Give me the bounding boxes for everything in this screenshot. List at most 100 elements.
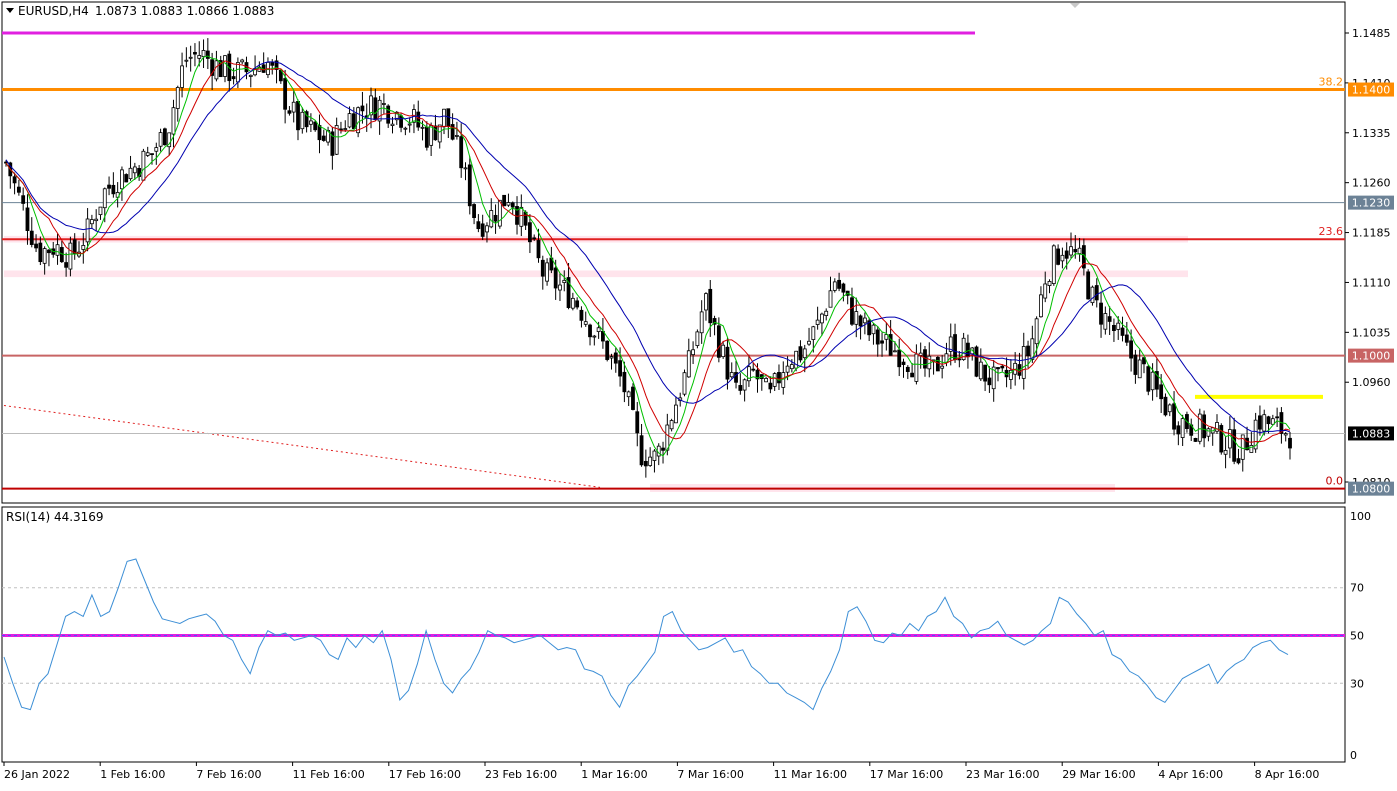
bull-candle <box>648 456 653 466</box>
bear-candle <box>399 115 403 128</box>
bull-candle <box>811 326 816 340</box>
bull-candle <box>1227 429 1232 449</box>
time-tick-label: 23 Feb 16:00 <box>485 768 557 781</box>
bull-candle <box>789 364 794 370</box>
bull-candle <box>854 311 859 325</box>
bear-candle <box>553 267 558 289</box>
time-tick-label: 1 Mar 16:00 <box>581 768 647 781</box>
bear-candle <box>1202 414 1207 439</box>
bull-candle <box>695 331 700 346</box>
bull-candle <box>794 350 799 369</box>
chart-window[interactable]: 38.223.60.0 1.14851.14101.13351.12601.11… <box>0 0 1397 787</box>
bull-candle <box>1039 294 1043 318</box>
bear-candle <box>935 356 940 372</box>
bull-candle <box>201 50 206 57</box>
bear-candle <box>880 340 884 344</box>
price-badge-label: 1.0800 <box>1352 483 1391 496</box>
price-badge-label: 1.1000 <box>1352 350 1391 363</box>
bull-candle <box>583 321 588 325</box>
time-axis[interactable]: 26 Jan 2022 1 Feb 16:00 7 Feb 16:00 11 Feb … <box>3 762 1320 781</box>
bull-candle <box>1103 313 1108 330</box>
bull-candle <box>1150 371 1155 391</box>
time-tick-label: 11 Mar 16:00 <box>774 768 847 781</box>
fib-level-label: 38.2 <box>1319 76 1344 89</box>
bear-candle <box>467 164 472 207</box>
bear-candle <box>493 214 498 222</box>
bear-candle <box>162 128 167 146</box>
bull-candle <box>704 293 708 311</box>
bear-candle <box>433 125 438 141</box>
time-tick-label: 4 Apr 16:00 <box>1158 768 1223 781</box>
bear-candle <box>424 126 429 148</box>
bear-candle <box>1086 271 1091 300</box>
bull-candle <box>171 107 176 135</box>
bull-candle <box>429 125 434 146</box>
bear-candle <box>502 194 507 207</box>
bull-candle <box>824 310 829 316</box>
bull-candle <box>98 206 103 216</box>
bull-candle <box>55 244 60 256</box>
bear-candle <box>987 377 992 386</box>
bear-candle <box>974 346 979 377</box>
bull-candle <box>562 279 567 283</box>
bull-candle <box>42 248 47 264</box>
bull-candle <box>485 225 489 233</box>
bear-candle <box>1000 365 1005 369</box>
bull-candle <box>772 373 777 387</box>
bull-candle <box>407 123 412 126</box>
bull-candle <box>240 59 245 63</box>
bear-candle <box>313 121 318 131</box>
bear-candle <box>1146 366 1151 392</box>
bear-candle <box>738 385 743 391</box>
rsi-tick-label: 30 <box>1350 677 1364 690</box>
bear-candle <box>1275 416 1280 419</box>
bear-candle <box>476 221 481 230</box>
price-badge-label: 1.1400 <box>1352 84 1391 97</box>
bull-candle <box>686 350 691 378</box>
bear-candle <box>296 100 300 131</box>
bull-candle <box>914 353 919 382</box>
bull-candle <box>248 74 253 77</box>
bear-candle <box>1232 429 1237 462</box>
chart-canvas[interactable]: 38.223.60.0 1.14851.14101.13351.12601.11… <box>0 0 1397 787</box>
bear-candle <box>72 239 77 254</box>
bull-candle <box>815 319 820 325</box>
time-tick-label: 23 Mar 16:00 <box>966 768 1039 781</box>
bear-candle <box>1172 403 1176 430</box>
bear-candle <box>631 386 635 410</box>
bull-candle <box>455 135 459 137</box>
bull-candle <box>347 113 352 128</box>
bull-candle <box>334 125 339 155</box>
bear-candle <box>841 283 846 293</box>
fib-level-label: 0.0 <box>1326 475 1344 488</box>
bull-candle <box>519 206 524 227</box>
bull-candle <box>785 365 790 373</box>
bull-candle <box>120 169 124 190</box>
bear-candle <box>540 259 545 277</box>
bull-candle <box>420 126 425 129</box>
price-tick-label: 1.1035 <box>1352 326 1391 339</box>
bull-candle <box>1283 433 1288 436</box>
bear-candle <box>16 186 21 193</box>
bear-candle <box>983 364 988 382</box>
rsi-tick-label: 70 <box>1350 582 1364 595</box>
time-tick-label: 17 Feb 16:00 <box>389 768 461 781</box>
bull-candle <box>102 188 107 209</box>
bear-candle <box>716 325 721 358</box>
bear-candle <box>1112 324 1116 331</box>
bear-candle <box>373 97 378 121</box>
bull-candle <box>1206 428 1211 437</box>
bull-candle <box>132 166 137 174</box>
bull-candle <box>721 344 726 358</box>
time-tick-label: 8 Apr 16:00 <box>1255 768 1320 781</box>
bull-candle <box>596 327 601 332</box>
bull-candle <box>1047 281 1052 286</box>
bear-candle <box>579 309 584 321</box>
time-tick-label: 7 Feb 16:00 <box>196 768 261 781</box>
bear-candle <box>1288 437 1292 449</box>
bear-candle <box>472 204 476 218</box>
bear-candle <box>124 174 129 183</box>
bear-candle <box>12 176 17 184</box>
rsi-tick-label: 0 <box>1350 749 1357 762</box>
bull-candle <box>729 372 734 378</box>
